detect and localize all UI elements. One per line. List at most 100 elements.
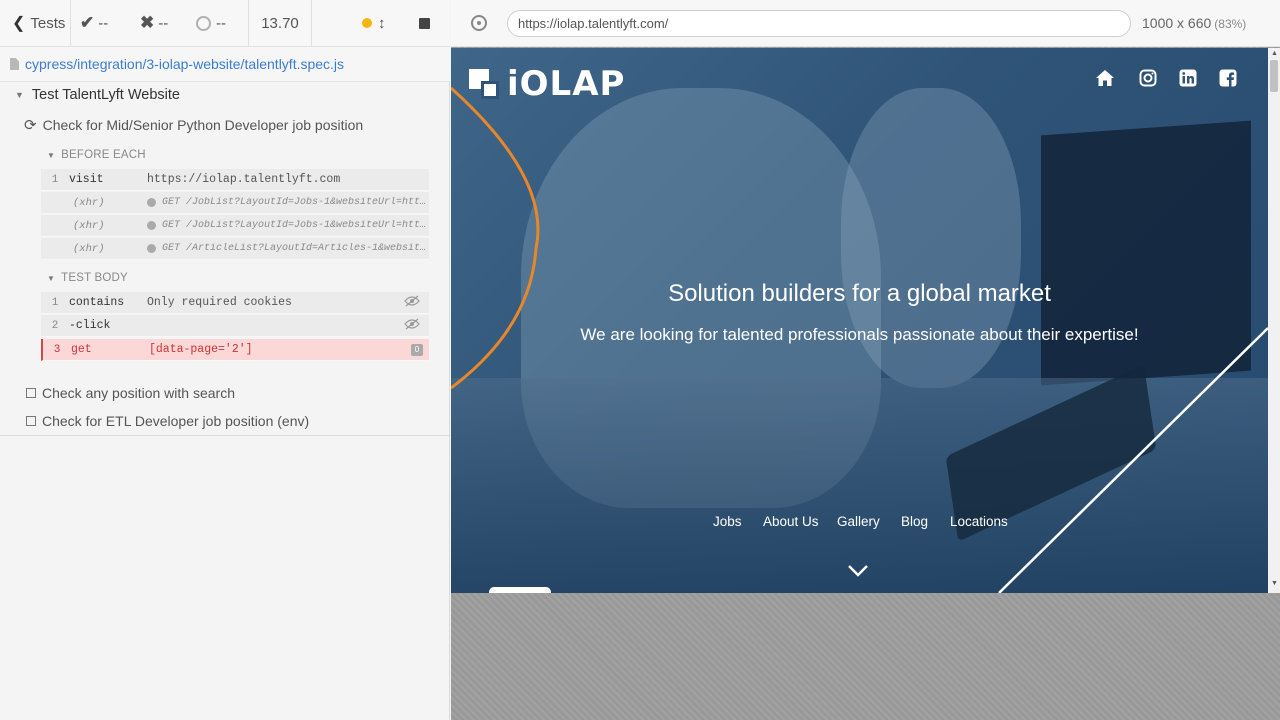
logo-text: iOLAP (507, 64, 626, 104)
scrollbar[interactable]: ▲ ▼ (1268, 48, 1280, 593)
command-name: (xhr) (73, 196, 105, 209)
command-message: GET /ArticleList?LayoutId=Articles-1&web… (147, 243, 429, 254)
xhr-row[interactable]: (xhr) GET /ArticleList?LayoutId=Articles… (41, 238, 429, 260)
command-name: visit (69, 173, 104, 186)
caret-down-icon: ▼ (15, 90, 24, 100)
reporter-panel: ❮ Tests ✔ -- ✖ -- -- 13.70 ↕ cypress/int… (0, 0, 450, 720)
test-item-label: Check any position with search (42, 385, 235, 401)
stop-icon (419, 17, 430, 29)
reporter-header: ❮ Tests ✔ -- ✖ -- -- 13.70 ↕ (0, 0, 450, 47)
nav-about-us[interactable]: About Us (763, 514, 819, 529)
iolap-logo[interactable]: iOLAP (469, 64, 625, 104)
command-name: (xhr) (73, 242, 105, 255)
command-row[interactable]: 2 -click (41, 315, 429, 337)
command-name: -click (69, 319, 111, 332)
command-message: [data-page='2'] (149, 343, 253, 356)
eye-slash-icon (403, 318, 421, 334)
pending-square-icon (26, 416, 36, 426)
facebook-icon[interactable] (1217, 68, 1239, 88)
spec-path-bar: cypress/integration/3-iolap-website/tale… (0, 47, 450, 82)
nav-blog[interactable]: Blog (901, 514, 928, 529)
command-number: 1 (51, 296, 59, 309)
aut-header: https://iolap.talentlyft.com/ 1000 x 660… (451, 0, 1280, 47)
chevron-left-icon: ❮ (12, 15, 26, 32)
chevron-down-icon[interactable] (847, 564, 869, 583)
divider (0, 435, 450, 436)
url-bar[interactable]: https://iolap.talentlyft.com/ (507, 10, 1131, 37)
pending-square-icon (26, 388, 36, 398)
before-each-hook-header[interactable]: ▼ BEFORE EACH (47, 149, 146, 161)
command-row[interactable]: 1 contains Only required cookies (41, 292, 429, 314)
command-name: get (71, 343, 92, 356)
eye-slash-icon (403, 295, 421, 311)
tests-button-label: Tests (30, 14, 66, 32)
xhr-row[interactable]: (xhr) GET /JobList?LayoutId=Jobs-1&websi… (41, 215, 429, 237)
cypress-runner: ❮ Tests ✔ -- ✖ -- -- 13.70 ↕ cypress/int… (0, 0, 1280, 720)
test-item-label: Check for ETL Developer job position (en… (42, 413, 310, 429)
test-item[interactable]: Check for ETL Developer job position (en… (26, 413, 309, 429)
suite-title-label: Test TalentLyft Website (31, 87, 180, 103)
cross-icon: ✖ (140, 13, 155, 32)
xhr-row[interactable]: (xhr) GET /JobList?LayoutId=Jobs-1&websi… (41, 192, 429, 214)
failed-stat: ✖ -- (140, 0, 190, 46)
command-number: 2 (51, 319, 59, 332)
viewport-scale: (83%) (1214, 17, 1247, 31)
failed-count: -- (158, 14, 169, 32)
command-number: 3 (53, 343, 61, 356)
instagram-icon[interactable] (1137, 68, 1159, 88)
caret-down-icon: ▼ (47, 150, 56, 160)
command-row[interactable]: 1 visit https://iolap.talentlyft.com (41, 169, 429, 191)
command-number: 1 (51, 173, 59, 186)
scroll-up-icon[interactable]: ▲ (1271, 50, 1278, 57)
nav-jobs[interactable]: Jobs (713, 514, 742, 529)
nav-locations[interactable]: Locations (950, 514, 1008, 529)
stop-button[interactable] (419, 0, 431, 46)
spinner-icon (196, 15, 211, 31)
xhr-status-icon (147, 198, 156, 207)
viewport-size: 1000 x 660 (83%) (1142, 15, 1246, 31)
caret-down-icon: ▼ (47, 273, 56, 283)
xhr-status-icon (147, 244, 156, 253)
command-name: contains (69, 296, 125, 309)
logo-mark-icon (469, 69, 499, 99)
command-message: GET /JobList?LayoutId=Jobs-1&websiteUrl=… (147, 220, 429, 231)
linkedin-icon[interactable] (1177, 68, 1199, 88)
home-icon[interactable] (1094, 68, 1116, 88)
file-icon (10, 58, 19, 70)
running-test[interactable]: ⟳ Check for Mid/Senior Python Developer … (24, 116, 363, 134)
viewport-dimensions: 1000 x 660 (1142, 15, 1212, 31)
pending-count: -- (216, 14, 226, 32)
scroll-down-icon[interactable]: ▼ (1271, 580, 1278, 587)
cookie-banner-tab[interactable] (489, 587, 551, 593)
command-message: Only required cookies (147, 296, 292, 309)
selector-playground-icon[interactable] (471, 15, 487, 31)
app-preview: https://iolap.talentlyft.com/ 1000 x 660… (451, 0, 1280, 720)
running-indicator-icon (362, 0, 374, 46)
spec-path-link[interactable]: cypress/integration/3-iolap-website/tale… (25, 56, 344, 72)
command-message: GET /JobList?LayoutId=Jobs-1&websiteUrl=… (147, 197, 429, 208)
passed-stat: ✔ -- (80, 0, 140, 46)
test-body-header[interactable]: ▼ TEST BODY (47, 272, 128, 284)
test-item[interactable]: Check any position with search (26, 385, 235, 401)
running-test-label: Check for Mid/Senior Python Developer jo… (42, 117, 364, 133)
duration: 13.70 (248, 0, 312, 46)
command-message: https://iolap.talentlyft.com (147, 173, 341, 186)
hero-title: Solution builders for a global market (668, 280, 1051, 307)
check-icon: ✔ (80, 13, 95, 32)
refresh-icon: ⟳ (24, 117, 37, 134)
suite-title[interactable]: ▼ Test TalentLyft Website (15, 87, 180, 103)
scroll-thumb[interactable] (1270, 60, 1278, 92)
website-hero: iOLAP Solution builders for a global mar… (451, 48, 1268, 593)
pending-stat: -- (196, 0, 248, 46)
failed-command-row[interactable]: 3 get [data-page='2'] 0 (41, 339, 429, 361)
xhr-status-icon (147, 221, 156, 230)
passed-count: -- (98, 14, 109, 32)
tests-button[interactable]: ❮ Tests (0, 0, 71, 46)
hero-decor-lines (451, 86, 1268, 593)
hero-subtitle: We are looking for talented professional… (580, 325, 1139, 344)
command-name: (xhr) (73, 219, 105, 232)
element-count-badge: 0 (411, 343, 423, 356)
before-each-label: BEFORE EACH (61, 149, 146, 161)
auto-scroll-toggle-icon[interactable]: ↕ (378, 0, 390, 46)
nav-gallery[interactable]: Gallery (837, 514, 880, 529)
